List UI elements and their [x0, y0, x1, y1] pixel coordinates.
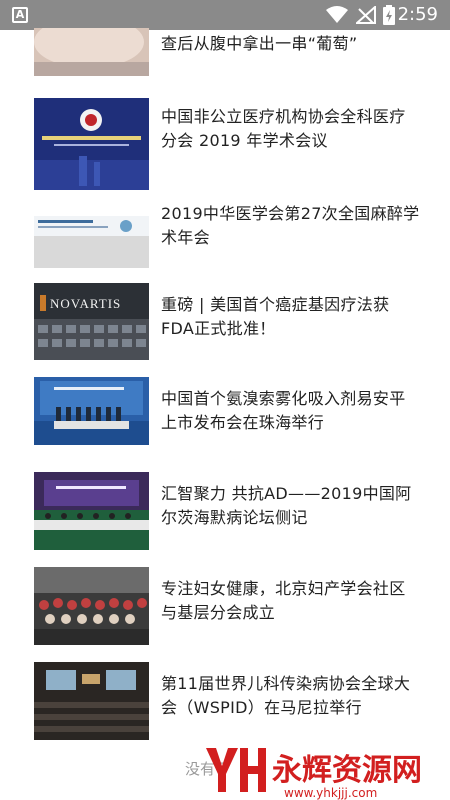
list-item[interactable]: 中国非公立医疗机构协会全科医疗分会 2019 年学术会议	[0, 95, 450, 190]
clock: 2:59	[397, 4, 438, 25]
launch-event-photo	[34, 377, 149, 445]
list-item[interactable]: 汇智聚力 共抗AD——2019中国阿尔茨海默病论坛侧记	[0, 472, 450, 567]
article-title: 中国首个氨溴索雾化吸入剂易安平上市发布会在珠海举行	[161, 389, 406, 432]
article-title: 第11届世界儿科传染病协会全球大会（WSPID）在马尼拉举行	[161, 674, 411, 717]
article-title: 2019中华医学会第27次全国麻醉学术年会	[161, 204, 420, 247]
pregnant-belly-photo	[34, 28, 149, 76]
svg-text:永辉资源网: 永辉资源网	[272, 753, 422, 788]
wifi-icon	[326, 6, 348, 23]
battery-charging-icon	[383, 5, 395, 25]
article-title: 专注妇女健康，北京妇产学会社区与基层分会成立	[161, 579, 406, 622]
app-notification-icon: A	[12, 7, 28, 23]
signal-icon	[356, 6, 376, 24]
list-item[interactable]: NOVARTIS 重磅 | 美国首个癌症基因疗法获FDA正式批准！	[0, 283, 450, 378]
svg-text:www.yhkjjj.com: www.yhkjjj.com	[284, 786, 377, 800]
article-title: 中国非公立医疗机构协会全科医疗分会 2019 年学术会议	[161, 107, 406, 150]
watermark-logo: 永辉资源网 www.yhkjjj.com	[206, 748, 422, 800]
status-bar: A 2:59	[0, 0, 450, 30]
list-item[interactable]: 中国首个氨溴索雾化吸入剂易安平上市发布会在珠海举行	[0, 377, 450, 472]
congress-banner-photo	[34, 216, 149, 268]
conference-hall-photo	[34, 662, 149, 740]
svg-text:NOVARTIS: NOVARTIS	[50, 296, 121, 311]
conference-banner-photo	[34, 98, 149, 190]
novartis-building-photo: NOVARTIS	[34, 283, 149, 360]
list-item[interactable]: 专注妇女健康，北京妇产学会社区与基层分会成立	[0, 567, 450, 662]
forum-stage-photo	[34, 472, 149, 550]
article-title: 重磅 | 美国首个癌症基因疗法获FDA正式批准！	[161, 295, 390, 338]
group-photo	[34, 567, 149, 645]
list-item[interactable]: 2019中华医学会第27次全国麻醉学术年会	[0, 190, 450, 285]
article-title: 查后从腹中拿出一串“葡萄”	[161, 34, 358, 53]
article-title: 汇智聚力 共抗AD——2019中国阿尔茨海默病论坛侧记	[161, 484, 412, 527]
